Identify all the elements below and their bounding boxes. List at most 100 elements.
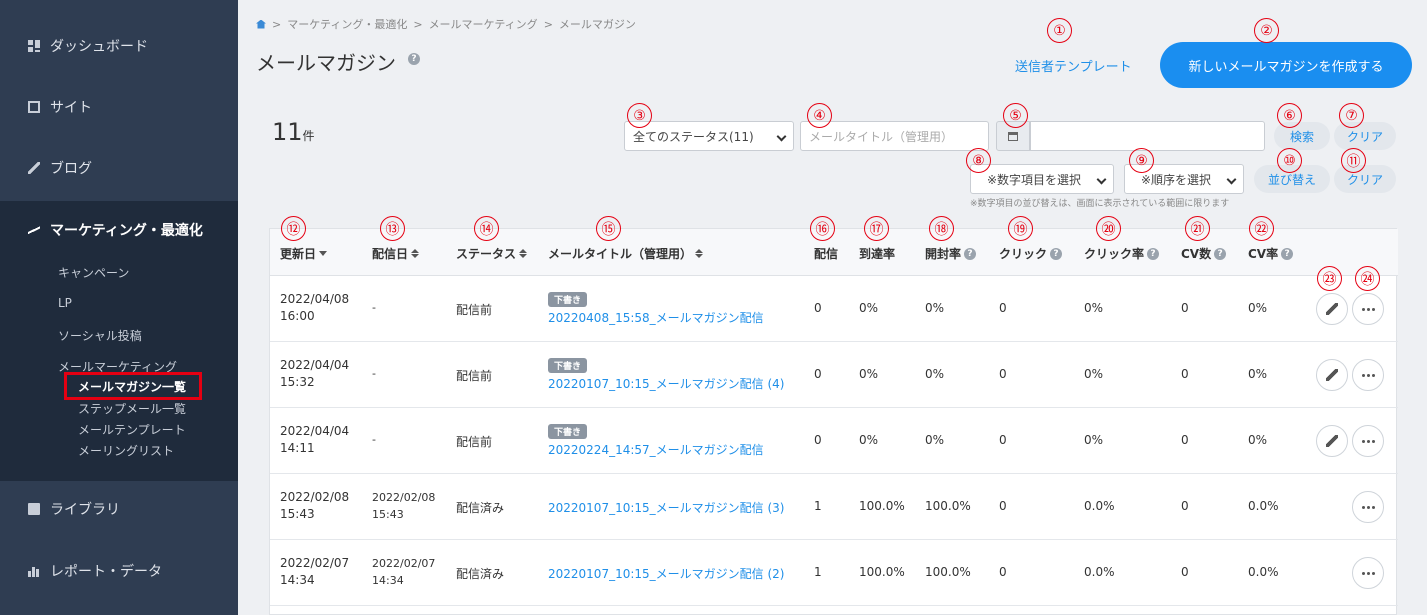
column-header-arrival: 到達率 [859, 245, 895, 262]
more-icon [1361, 373, 1375, 377]
updated-date: 2022/04/08 [280, 292, 350, 306]
edit-button[interactable] [1316, 425, 1348, 457]
sidebar-subitem-social[interactable]: ソーシャル投稿 [58, 327, 142, 344]
table-row: 2022/04/04 14:11 - 配信前 下書き 20220224_14:57… [270, 408, 1398, 474]
column-header-label: CV率 [1248, 247, 1279, 261]
more-button[interactable] [1352, 359, 1384, 391]
status-cell: 配信済み [456, 501, 505, 515]
column-header-label: CV数 [1181, 247, 1212, 261]
sidebar-subitem-lp[interactable]: LP [58, 296, 72, 310]
sidebar-subitem-mail-template[interactable]: メールテンプレート [78, 421, 186, 438]
arrival-cell: 100.0% [859, 499, 905, 513]
cv-cell: 0 [1181, 301, 1189, 315]
title-link[interactable]: 20220224_14:57_メールマガジン配信 [548, 443, 764, 457]
count-value: 11 [272, 118, 303, 146]
edit-button[interactable] [1316, 359, 1348, 391]
click-cell: 0 [999, 367, 1007, 381]
open-cell: 100.0% [925, 499, 971, 513]
pencil-icon [1326, 435, 1338, 447]
column-header-sent[interactable]: 配信日 [372, 245, 420, 262]
title-cell: 20220107_10:15_メールマガジン配信 (2) [548, 565, 784, 582]
more-button[interactable] [1352, 557, 1384, 589]
sort-icon [695, 249, 704, 258]
annotation-marker: ⑦ [1339, 103, 1364, 128]
column-header-title[interactable]: メールタイトル（管理用） [548, 245, 704, 262]
open-cell: 0% [925, 301, 945, 315]
mail-magazine-table: 更新日 配信日 ステータス メールタイトル（管理用） 配信 到達率 開封率? ク… [269, 228, 1398, 615]
help-icon[interactable]: ? [964, 247, 977, 260]
cv-cell: 0 [1181, 499, 1189, 513]
create-mail-magazine-button[interactable]: 新しいメールマガジンを作成する [1160, 42, 1412, 88]
column-header-delivered: 配信 [814, 245, 838, 262]
page-title: メールマガジン [256, 51, 396, 75]
sidebar-subitem-mailing-list[interactable]: メーリングリスト [78, 442, 174, 459]
dashboard-icon [28, 40, 40, 52]
title-cell: 下書き 20220408_15:58_メールマガジン配信 [548, 292, 764, 326]
more-button[interactable] [1352, 425, 1384, 457]
cv-rate-cell: 0% [1248, 301, 1268, 315]
numeric-field-select[interactable]: ※数字項目を選択 [970, 164, 1114, 194]
sidebar-item-marketing[interactable]: マーケティング・最適化 [0, 208, 238, 252]
more-button[interactable] [1352, 293, 1384, 325]
annotation-marker: ⑮ [596, 216, 621, 241]
sidebar-subitem-campaign[interactable]: キャンペーン [58, 264, 129, 281]
breadcrumb: > マーケティング・最適化 > メールマーケティング > メールマガジン [256, 16, 636, 32]
sidebar-item-report[interactable]: レポート・データ [0, 549, 238, 593]
click-cell: 0 [999, 565, 1007, 579]
title-link[interactable]: 20220107_10:15_メールマガジン配信 (3) [548, 501, 784, 515]
column-header-label: メールタイトル（管理用） [548, 247, 693, 261]
updated-cell: 2022/04/04 14:11 [280, 423, 349, 457]
sent-cell: 2022/02/08 15:43 [372, 489, 435, 523]
breadcrumb-item[interactable]: マーケティング・最適化 [287, 16, 407, 32]
click-rate-cell: 0.0% [1084, 499, 1115, 513]
column-header-status[interactable]: ステータス [456, 245, 528, 262]
clear-button[interactable]: クリア [1334, 122, 1396, 150]
sent-cell: 2022/02/07 14:34 [372, 555, 435, 589]
sidebar-item-dashboard[interactable]: ダッシュボード [0, 24, 238, 68]
sidebar-item-site[interactable]: サイト [0, 85, 238, 129]
click-rate-cell: 0% [1084, 301, 1104, 315]
title-search-input[interactable]: メールタイトル（管理用） [800, 121, 989, 151]
help-icon[interactable]: ? [408, 53, 420, 65]
sidebar: ダッシュボード サイト ブログ マーケティング・最適化 キャンペーン LP ソー… [0, 0, 238, 615]
more-button[interactable] [1352, 491, 1384, 523]
open-cell: 0% [925, 367, 945, 381]
updated-time: 14:34 [280, 573, 315, 587]
status-select-value: 全てのステータス(11) [633, 129, 754, 144]
breadcrumb-separator: > [413, 17, 423, 31]
help-icon[interactable]: ? [1050, 247, 1063, 260]
annotation-marker: ③ [627, 103, 652, 128]
order-select-value: ※順序を選択 [1141, 172, 1212, 187]
sent-date: 2022/02/08 [372, 491, 436, 504]
status-select[interactable]: 全てのステータス(11) [624, 121, 794, 151]
sidebar-item-library[interactable]: ライブラリ [0, 487, 238, 531]
breadcrumb-item[interactable]: メールマーケティング [429, 16, 538, 32]
edit-button[interactable] [1316, 293, 1348, 325]
sidebar-item-blog[interactable]: ブログ [0, 146, 238, 190]
click-cell: 0 [999, 433, 1007, 447]
sort-note: ※数字項目の並び替えは、画面に表示されている範囲に限ります [970, 199, 1230, 209]
column-header-updated[interactable]: 更新日 [280, 245, 328, 262]
sort-clear-button[interactable]: クリア [1334, 165, 1396, 193]
sidebar-item-label: ダッシュボード [50, 39, 148, 55]
title-link[interactable]: 20220107_10:15_メールマガジン配信 (2) [548, 567, 784, 581]
annotation-marker: ⑱ [929, 216, 954, 241]
column-header-label: 配信 [814, 247, 839, 261]
breadcrumb-separator: > [543, 17, 553, 31]
cv-cell: 0 [1181, 565, 1189, 579]
title-link[interactable]: 20220408_15:58_メールマガジン配信 [548, 311, 764, 325]
help-icon[interactable]: ? [1147, 247, 1160, 260]
delivered-cell: 0 [814, 301, 822, 315]
sender-template-link[interactable]: 送信者テンプレート [1015, 56, 1132, 75]
sent-time: 15:43 [372, 508, 404, 521]
table-row: 2022/02/07 14:34 2022/02/07 14:34 配信済み 202… [270, 540, 1398, 606]
home-icon[interactable] [256, 19, 266, 29]
image-icon [28, 503, 40, 515]
chevron-down-icon [1226, 174, 1237, 185]
title-link[interactable]: 20220107_10:15_メールマガジン配信 (4) [548, 377, 784, 391]
sidebar-subitem-step-mail-list[interactable]: ステップメール一覧 [78, 400, 186, 417]
date-input[interactable] [1030, 121, 1265, 151]
help-icon[interactable]: ? [1214, 247, 1227, 260]
help-icon[interactable]: ? [1281, 247, 1294, 260]
updated-time: 14:11 [280, 441, 315, 455]
